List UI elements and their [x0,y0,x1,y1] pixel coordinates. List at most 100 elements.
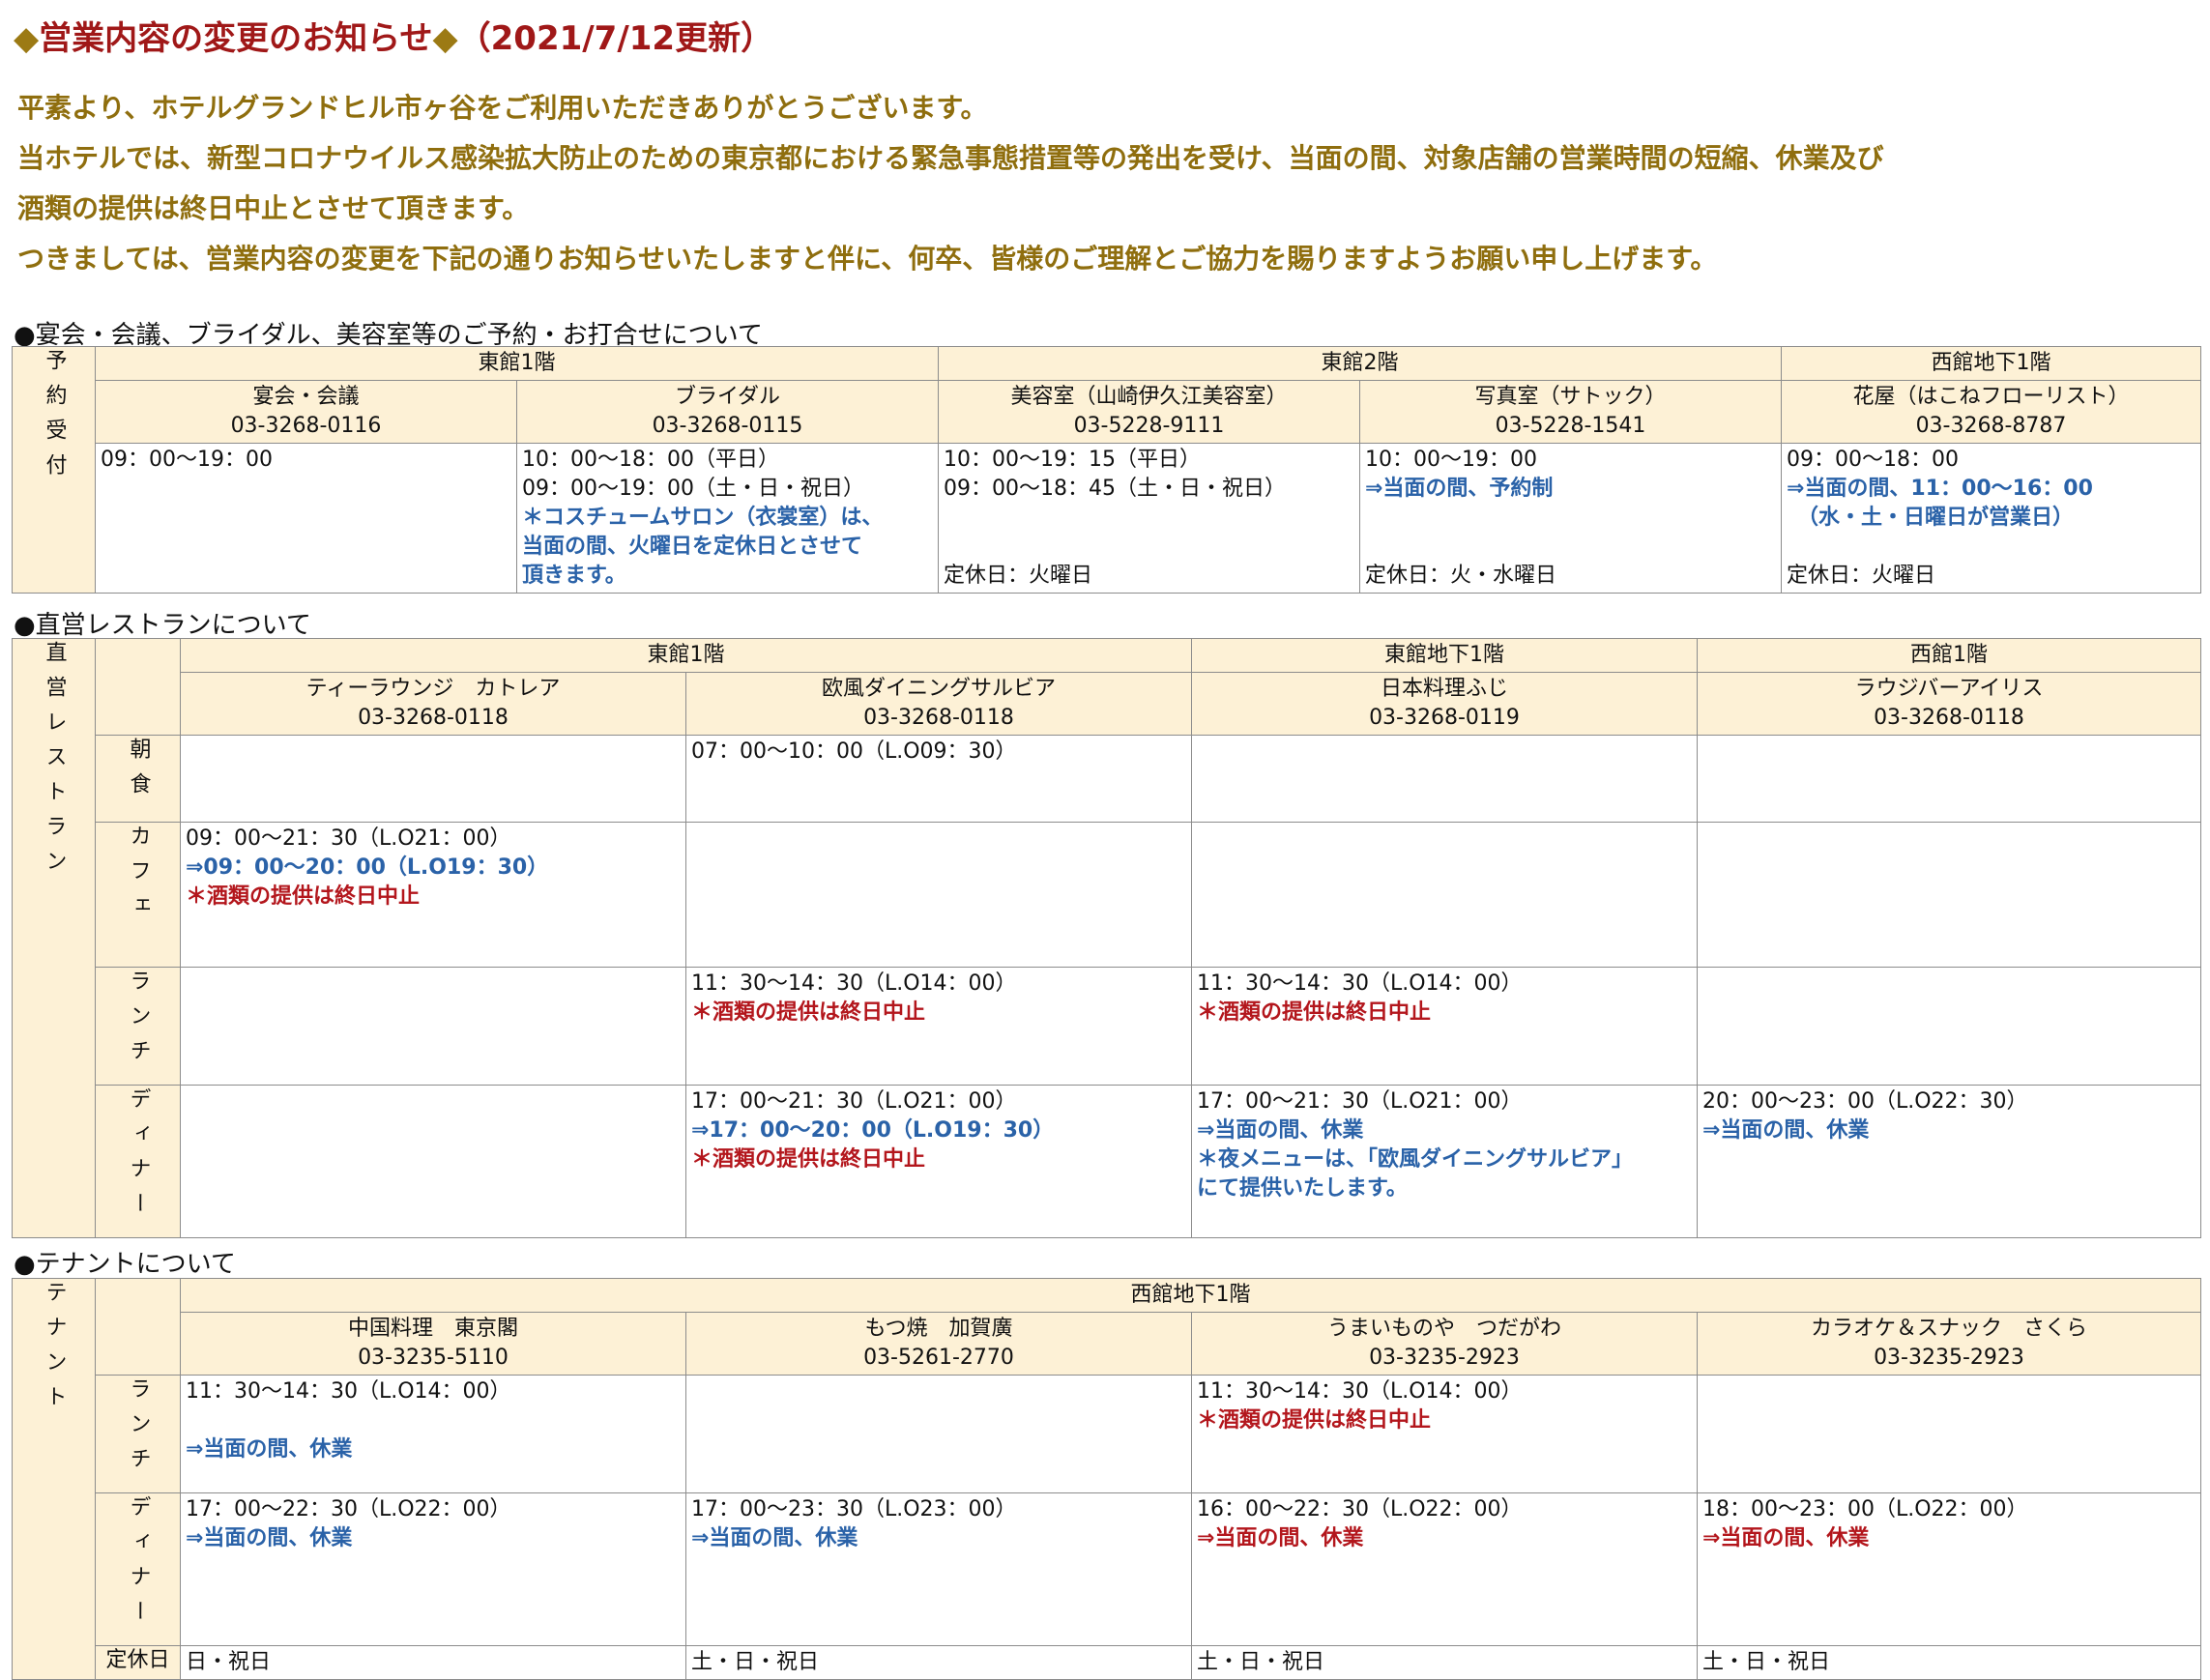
venue-header: うまいものや つだがわ 03-3235-2923 [1191,1312,1698,1376]
hours-line: ＊酒類の提供は終日中止 [691,1147,926,1172]
hours-line: ⇒当面の間、休業 [1197,1526,1364,1550]
venue-header: もつ焼 加賀廣 03-5261-2770 [685,1312,1192,1376]
venue-name: 花屋（はこねフローリスト） [1852,385,2130,409]
title-diamond-left: ◆ [14,19,40,58]
venue-header: 欧風ダイニングサルビア 03-3268-0118 [685,672,1192,736]
hours-cell: 09：00～18：00 ⇒当面の間、11：00～16：00 （水・土・日曜日が営業… [1781,443,2201,594]
venue-header: 日本料理ふじ 03-3268-0119 [1191,672,1698,736]
hours-line: 18：00～23：00（L.O22：00） [1702,1497,2028,1521]
venue-name: ラウジバーアイリス [1854,677,2044,701]
venue-name: 写真室（サトック） [1474,385,1667,409]
venue-header: ラウジバーアイリス 03-3268-0118 [1697,672,2201,736]
hours-line: ⇒当面の間、休業 [1702,1118,1870,1143]
hours-line: ⇒17：00～20：00（L.O19：30） [691,1118,1055,1143]
venue-phone: 03-5261-2770 [863,1346,1014,1370]
closed-days: 定休日：火曜日 [944,564,1093,588]
hours-line: 17：00～23：30（L.O23：00） [691,1497,1017,1521]
hours-cell [1697,735,2201,823]
meal-label: ディナー [95,1085,181,1238]
venue-name: カラオケ＆スナック さくら [1810,1317,2087,1341]
hours-cell [1191,822,1698,968]
venue-phone: 03-3268-0116 [230,414,382,438]
row-label-reservation: 予約受付 [12,346,96,594]
closed-days: 土・日・祝日 [685,1645,1192,1680]
hours-line: 10：00～19：00 [1365,448,1537,472]
hours-line: （水・土・日曜日が営業日） [1787,506,2075,530]
hours-line: ⇒当面の間、休業 [691,1526,858,1550]
hours-cell: 16：00～22：30（L.O22：00） ⇒当面の間、休業 [1191,1492,1698,1646]
meal-label: 朝食 [95,735,181,823]
hours-cell: 17：00～21：30（L.O21：00） ⇒17：00～20：00（L.O19：… [685,1085,1192,1238]
tenants-table: テナント 西館地下1階 中国料理 東京閣 03-3235-5110 もつ焼 加賀廣 0… [12,1278,2201,1680]
closed-label: 定休日 [95,1645,181,1680]
intro-line: 酒類の提供は終日中止とさせて頂きます。 [17,192,530,224]
venue-phone: 03-3268-0119 [1369,706,1520,730]
group-label-restaurants: 直営レストラン [12,638,96,1238]
hours-line: 09：00～19：00（土・日・祝日） [522,477,864,501]
hours-line: ＊酒類の提供は終日中止 [186,884,421,909]
restaurants-table: 直営レストラン 東館1階 東館地下1階 西館1階 ティーラウンジ カトレア 03-… [12,638,2201,1238]
title-diamond-right: ◆ [432,19,458,58]
venue-phone: 03-5228-1541 [1495,414,1646,438]
hours-cell [1697,967,2201,1086]
venue-name: ブライダル [674,385,781,409]
hours-cell: 11：30～14：30（L.O14：00） ＊酒類の提供は終日中止 [1191,967,1698,1086]
hours-line: ⇒当面の間、休業 [1197,1118,1364,1143]
hours-cell: 18：00～23：00（L.O22：00） ⇒当面の間、休業 [1697,1492,2201,1646]
hours-cell: 17：00～21：30（L.O21：00） ⇒当面の間、休業 ＊夜メニューは、「欧風… [1191,1085,1698,1238]
meal-label-text: 朝食 [126,738,151,807]
hours-line: 09：00～19：00 [101,448,273,472]
title-date: （2021/7/12更新） [457,19,774,58]
floor-header: 西館地下1階 [1781,346,2201,381]
intro-line: つきましては、営業内容の変更を下記の通りお知らせいたしますと伴に、何卒、皆様のご… [17,243,1718,275]
venue-name: うまいものや つだがわ [1326,1317,1561,1341]
hours-line: ＊コスチュームサロン（衣裳室）は、 [522,506,884,530]
hours-line: 11：30～14：30（L.O14：00） [1197,1379,1523,1404]
hours-cell: 17：00～22：30（L.O22：00） ⇒当面の間、休業 [180,1492,686,1646]
hours-cell [180,1085,686,1238]
venue-phone: 03-3268-0115 [652,414,803,438]
meal-label: ディナー [95,1492,181,1646]
venue-phone: 03-3268-0118 [1874,706,2024,730]
floor-header: 東館地下1階 [1191,638,1698,673]
venue-phone: 03-3268-8787 [1915,414,2067,438]
hours-cell: 10：00～19：00 ⇒当面の間、予約制 定休日：火・水曜日 [1359,443,1782,594]
venue-header: 宴会・会議 03-3268-0116 [95,380,517,444]
reservations-table: 予約受付 東館1階 東館2階 西館地下1階 宴会・会議 03-3268-0116 ブ… [12,346,2201,594]
hours-line: ＊酒類の提供は終日中止 [691,1000,926,1025]
meal-label-text: ランチ [126,970,151,1074]
hours-cell [1697,1375,2201,1493]
meal-label-text: ランチ [126,1377,151,1482]
venue-name: ティーラウンジ カトレア [305,677,561,701]
floor-header: 西館地下1階 [180,1278,2201,1313]
hours-line: 09：00～18：45（土・日・祝日） [944,477,1286,501]
hours-line: にて提供いたします。 [1197,1176,1408,1201]
meal-label-text: ディナー [126,1087,151,1227]
venue-name: 宴会・会議 [252,385,360,409]
header-blank [95,1278,181,1376]
venue-header: ティーラウンジ カトレア 03-3268-0118 [180,672,686,736]
floor-header: 西館1階 [1697,638,2201,673]
intro-text: 平素より、ホテルグランドヒル市ヶ谷をご利用いただきありがとうございます。 当ホテ… [17,83,1884,284]
venue-name: 中国料理 東京閣 [347,1317,518,1341]
hours-cell [685,822,1192,968]
hours-line: 20：00～23：00（L.O22：30） [1702,1089,2028,1114]
hours-cell: 20：00～23：00（L.O22：30） ⇒当面の間、休業 [1697,1085,2201,1238]
hours-line: 07：00～10：00（L.O09：30） [691,739,1017,764]
venue-header: 中国料理 東京閣 03-3235-5110 [180,1312,686,1376]
floor-header: 東館1階 [95,346,939,381]
hours-line: 当面の間、火曜日を定休日とさせて [522,535,863,559]
closed-days: 土・日・祝日 [1191,1645,1698,1680]
venue-phone: 03-3268-0118 [358,706,509,730]
venue-name: 日本料理ふじ [1380,677,1508,701]
hours-cell [1697,822,2201,968]
hours-line: ＊酒類の提供は終日中止 [1197,1408,1432,1433]
meal-label: ランチ [95,967,181,1086]
venue-header: カラオケ＆スナック さくら 03-3235-2923 [1697,1312,2201,1376]
hours-cell: 11：30～14：30（L.O14：00） ＊酒類の提供は終日中止 [1191,1375,1698,1493]
hours-cell: 11：30～14：30（L.O14：00） ＊酒類の提供は終日中止 [685,967,1192,1086]
intro-line: 当ホテルでは、新型コロナウイルス感染拡大防止のための東京都における緊急事態措置等… [17,142,1884,174]
hours-cell: 10：00～18：00（平日） 09：00～19：00（土・日・祝日） ＊コスチュー… [516,443,939,594]
floor-header: 東館1階 [180,638,1192,673]
closed-days: 日・祝日 [180,1645,686,1680]
